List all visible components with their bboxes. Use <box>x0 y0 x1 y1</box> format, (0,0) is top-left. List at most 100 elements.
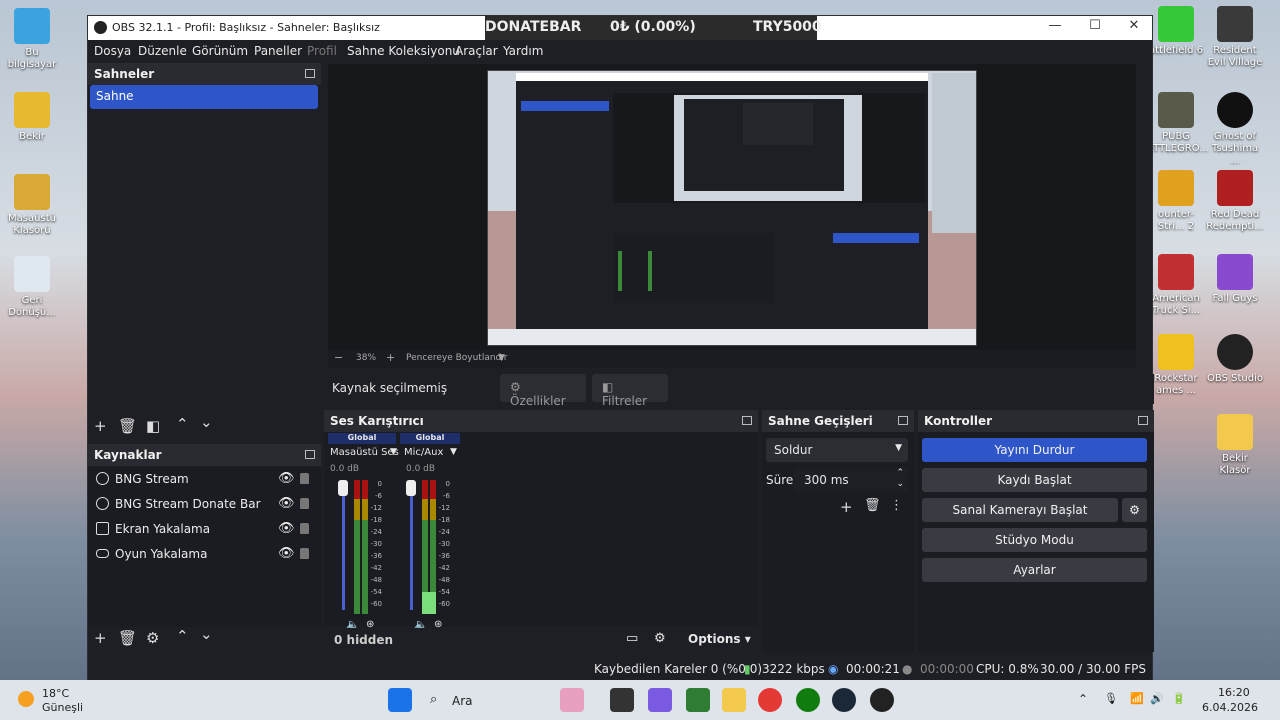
xbox-icon[interactable] <box>796 688 820 712</box>
move-down-icon[interactable]: ⌄ <box>200 413 213 431</box>
source-item[interactable]: Oyun Yakalama 👁 <box>88 542 318 566</box>
desktop-icon-counter-strike[interactable]: ounter-Stri... 2 <box>1147 170 1205 233</box>
taskbar-search[interactable]: ⌕ Ara <box>424 688 544 712</box>
file-explorer-icon[interactable] <box>722 688 746 712</box>
menu-tools[interactable]: Araçlar <box>455 44 498 58</box>
desktop-icon-ghost-of-tsushima[interactable]: Ghost of Tsushima ... <box>1206 92 1264 167</box>
visibility-eye-icon[interactable]: 👁 <box>278 471 295 486</box>
popout-icon[interactable] <box>742 416 752 425</box>
zoom-in-button[interactable]: + <box>386 351 395 364</box>
add-source-icon[interactable]: + <box>94 629 107 647</box>
lock-icon[interactable] <box>300 523 309 534</box>
close-button[interactable]: ✕ <box>1116 18 1152 38</box>
source-properties-gear-icon[interactable]: ⚙ <box>146 629 159 647</box>
tray-overflow-icon[interactable]: ⌃ <box>1078 692 1088 706</box>
source-item[interactable]: BNG Stream Donate Bar 👁 <box>88 492 318 516</box>
weather-temp[interactable]: 18°C <box>42 687 69 700</box>
maximize-button[interactable]: ☐ <box>1077 18 1113 38</box>
volume-slider-handle[interactable] <box>338 480 348 496</box>
desktop-icon-this-pc[interactable]: Bu bilgisayar <box>0 8 64 71</box>
desktop-icon-battlefield[interactable]: attlefield 6 <box>1147 6 1205 57</box>
properties-button[interactable]: ⚙ Özellikler <box>500 374 586 408</box>
volume-icon[interactable]: 🔊 <box>1150 692 1164 705</box>
scene-item[interactable]: Sahne <box>90 85 318 109</box>
menu-profile[interactable]: Profil <box>307 44 337 58</box>
source-item[interactable]: BNG Stream 👁 <box>88 467 318 491</box>
visibility-eye-icon[interactable]: 👁 <box>278 546 295 561</box>
filters-button[interactable]: ◧ Filtreler <box>592 374 668 408</box>
source-item[interactable]: Ekran Yakalama 👁 <box>88 517 318 541</box>
popout-icon[interactable] <box>305 450 315 459</box>
popout-icon[interactable] <box>1138 416 1148 425</box>
studio-mode-button[interactable]: Stüdyo Modu <box>922 528 1147 552</box>
hidden-count[interactable]: 0 hidden <box>334 633 393 647</box>
weather-sun-icon[interactable] <box>18 691 34 707</box>
desktop-icon-recycle-bin[interactable]: Geri Dönüşü... <box>0 256 64 319</box>
start-recording-button[interactable]: Kaydı Başlat <box>922 468 1147 492</box>
zoom-dropdown-icon[interactable]: ▼ <box>498 353 505 363</box>
desktop-icon-rockstar[interactable]: Rockstar ames ... <box>1147 334 1205 397</box>
add-transition-icon[interactable]: + <box>840 498 853 516</box>
desktop-icon-pubg[interactable]: PUBG ATTLEGRO... <box>1147 92 1209 155</box>
copilot-icon[interactable] <box>648 688 672 712</box>
lock-icon[interactable] <box>300 473 309 484</box>
menu-scene-collection[interactable]: Sahne Koleksiyonu <box>347 44 460 58</box>
channel-menu-icon[interactable]: ▼ <box>450 447 457 457</box>
volume-slider-track[interactable] <box>342 480 345 610</box>
nvidia-icon[interactable] <box>686 688 710 712</box>
menu-docks[interactable]: Paneller <box>254 44 302 58</box>
virtual-camera-gear-icon[interactable]: ⚙ <box>1122 498 1147 522</box>
menu-view[interactable]: Görünüm <box>192 44 248 58</box>
zoom-out-button[interactable]: − <box>334 351 343 364</box>
visibility-eye-icon[interactable]: 👁 <box>278 496 295 511</box>
start-virtual-camera-button[interactable]: Sanal Kamerayı Başlat <box>922 498 1118 522</box>
fit-to-window[interactable]: Pencereye Boyutlandır <box>406 353 507 363</box>
wifi-icon[interactable]: 📶 <box>1130 692 1144 705</box>
desktop-icon-obs-studio[interactable]: OBS Studio <box>1206 334 1264 385</box>
move-down-icon[interactable]: ⌄ <box>200 625 213 643</box>
clock-date[interactable]: 6.04.2026 <box>1202 701 1258 714</box>
task-view-icon[interactable] <box>610 688 634 712</box>
desktop-icon-red-dead[interactable]: Red Dead Redempti... <box>1206 170 1264 233</box>
options-button[interactable]: Options ▾ <box>688 632 751 646</box>
move-up-icon[interactable]: ⌃ <box>176 627 189 645</box>
remove-scene-icon[interactable]: 🗑 <box>118 417 137 435</box>
channel-menu-icon[interactable]: ▼ <box>390 447 397 457</box>
desktop-icon-american-truck[interactable]: American Truck Si... <box>1147 254 1205 317</box>
clock-time[interactable]: 16:20 <box>1218 686 1250 699</box>
desktop-icon-desktop-folder[interactable]: Masaüstü Klasörü <box>0 174 64 237</box>
windows-start-icon[interactable] <box>388 688 412 712</box>
move-up-icon[interactable]: ⌃ <box>176 415 189 433</box>
popout-icon[interactable] <box>898 416 908 425</box>
minimize-button[interactable]: — <box>1037 18 1073 38</box>
more-options-icon[interactable]: ⋮ <box>890 498 903 513</box>
lock-icon[interactable] <box>300 548 309 559</box>
stepper-arrows-icon[interactable]: ⌃ ⌄ <box>896 468 904 490</box>
obs-taskbar-icon[interactable] <box>870 688 894 712</box>
steam-icon[interactable] <box>832 688 856 712</box>
transition-select[interactable]: Soldur ▼ <box>766 438 908 462</box>
lock-icon[interactable] <box>300 498 309 509</box>
volume-slider-handle[interactable] <box>406 480 416 496</box>
chrome-icon[interactable] <box>758 688 782 712</box>
search-highlight-icon[interactable] <box>560 688 584 712</box>
duration-input[interactable]: 300 ms ⌃ ⌄ <box>794 468 908 492</box>
stop-streaming-button[interactable]: Yayını Durdur <box>922 438 1147 462</box>
menu-edit[interactable]: Düzenle <box>138 44 187 58</box>
microphone-icon[interactable]: 🎙 <box>1104 692 1118 705</box>
desktop-icon-bekir-folder[interactable]: Bekir Klasör <box>1206 414 1264 477</box>
remove-source-icon[interactable]: 🗑 <box>118 629 137 647</box>
weather-desc[interactable]: Güneşli <box>42 701 83 714</box>
desktop-icon-resident-evil[interactable]: Resident Evil Village <box>1206 6 1264 69</box>
advanced-audio-gear-icon[interactable]: ⚙ <box>654 631 666 646</box>
menu-file[interactable]: Dosya <box>94 44 131 58</box>
volume-slider-track[interactable] <box>410 480 413 610</box>
mixer-layout-icon[interactable]: ▭ <box>626 631 638 646</box>
settings-button[interactable]: Ayarlar <box>922 558 1147 582</box>
battery-icon[interactable]: 🔋 <box>1172 692 1186 705</box>
scene-filters-icon[interactable]: ◧ <box>146 417 160 435</box>
visibility-eye-icon[interactable]: 👁 <box>278 521 295 536</box>
add-scene-icon[interactable]: + <box>94 417 107 435</box>
desktop-icon-fall-guys[interactable]: Fall Guys <box>1206 254 1264 305</box>
remove-transition-icon[interactable]: 🗑 <box>864 498 881 513</box>
